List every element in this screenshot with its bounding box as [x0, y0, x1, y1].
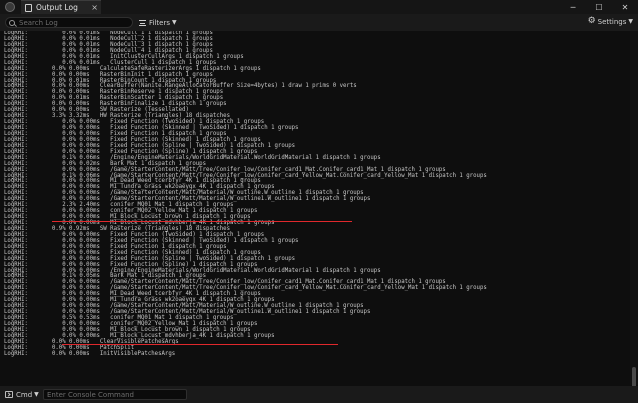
filters-label: Filters: [149, 18, 170, 27]
chevron-down-icon: ▼: [628, 18, 633, 25]
cmd-selector[interactable]: Cmd ▼: [5, 391, 41, 399]
cmd-label: Cmd: [16, 390, 33, 399]
chevron-down-icon: ▼: [34, 391, 39, 398]
log-scrollbar[interactable]: [630, 31, 638, 403]
log-output[interactable]: LogRHI: 0.0% 0.01ms NodeCull_1 1 dispatc…: [0, 31, 630, 385]
annotation-underline: [62, 344, 338, 346]
tab-output-log[interactable]: Output Log ×: [21, 0, 101, 14]
log-line: LogRHI: 0.0% 0.00ms InitVisiblePatchesAr…: [4, 350, 176, 357]
chevron-down-icon: ▼: [171, 19, 177, 26]
filters-button[interactable]: Filters ▼: [139, 19, 177, 27]
app-logo-icon: [5, 2, 15, 12]
title-bar: Output Log × ─ ☐ ✕: [0, 0, 638, 14]
settings-label: Settings: [597, 17, 627, 26]
tab-close-icon[interactable]: ×: [91, 3, 98, 12]
search-icon: [9, 19, 15, 26]
maximize-icon[interactable]: ☐: [586, 0, 612, 14]
log-toolbar: Filters ▼ ⚙ Settings ▼: [0, 14, 638, 31]
log-tab-icon: [25, 3, 32, 12]
tab-title: Output Log: [36, 3, 78, 12]
console-icon: [5, 391, 13, 398]
console-command-input[interactable]: [43, 389, 187, 400]
search-box[interactable]: [5, 17, 133, 28]
search-input[interactable]: [19, 18, 124, 27]
settings-button[interactable]: ⚙ Settings ▼: [588, 17, 633, 26]
window-controls: ─ ☐ ✕: [560, 0, 638, 14]
minimize-icon[interactable]: ─: [560, 0, 586, 14]
close-window-icon[interactable]: ✕: [612, 0, 638, 14]
annotation-underline: [52, 221, 352, 223]
console-bar: Cmd ▼: [0, 386, 638, 403]
log-lines: LogRHI: 0.0% 0.01ms NodeCull_1 1 dispatc…: [4, 31, 487, 358]
gear-icon: ⚙: [587, 16, 596, 26]
filter-icon: [139, 19, 146, 26]
